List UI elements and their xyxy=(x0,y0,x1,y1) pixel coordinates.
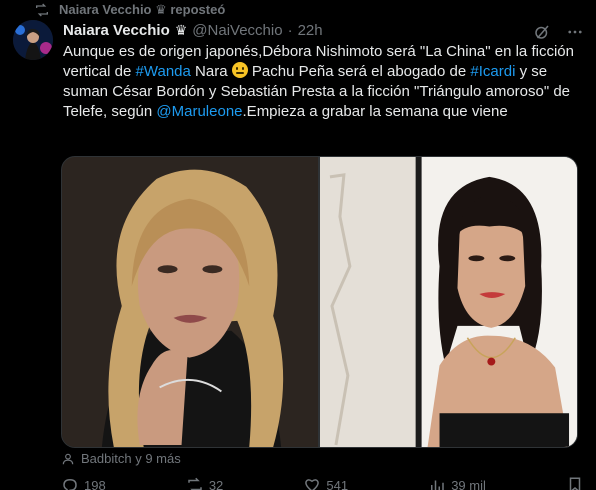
tweet-header: Naiara Vecchio ♛ @NaiVecchio · 22h xyxy=(63,22,323,39)
tweet-text: Aunque es de origen japonés,Débora Nishi… xyxy=(63,42,583,122)
grimacing-face-emoji-icon xyxy=(231,62,248,78)
left-photo[interactable] xyxy=(62,157,318,447)
separator-dot: · xyxy=(287,22,293,39)
tweet-timestamp[interactable]: 22h xyxy=(298,22,323,39)
repost-count: 32 xyxy=(208,477,224,490)
grok-icon[interactable] xyxy=(533,23,551,41)
like-button[interactable]: 541 xyxy=(303,476,348,490)
view-count: 39 mil xyxy=(451,477,486,490)
hashtag-icardi-link[interactable]: #Icardi xyxy=(470,63,515,80)
repost-icon xyxy=(188,477,202,490)
bookmark-button[interactable] xyxy=(566,476,584,490)
tweet-text-part: .Empieza a grabar la semana que viene xyxy=(242,103,508,120)
repost-header[interactable]: Naiara Vecchio ♛ reposteó xyxy=(34,1,225,19)
avatar[interactable] xyxy=(13,20,53,60)
action-bar: 198 32 541 39 mil xyxy=(61,476,584,490)
tagged-label: Badbitch y 9 más xyxy=(81,451,181,466)
woman-with-blonde-wavy-hair-photo-icon xyxy=(62,157,318,447)
views-chart-icon xyxy=(431,480,444,490)
tweet-text-part: Nara xyxy=(190,63,232,80)
hashtag-wanda-link[interactable]: #Wanda xyxy=(136,63,191,80)
author-display-name[interactable]: Naiara Vecchio xyxy=(63,22,170,39)
person-icon xyxy=(62,453,74,464)
like-count: 541 xyxy=(326,477,349,490)
reply-icon xyxy=(63,478,77,490)
reply-count: 198 xyxy=(84,477,106,490)
heart-icon xyxy=(305,479,320,490)
repost-button[interactable]: 32 xyxy=(186,476,223,490)
right-photo[interactable] xyxy=(320,157,577,447)
woman-with-dark-bangs-photo-icon xyxy=(320,157,577,447)
more-options-icon[interactable] xyxy=(566,23,584,41)
reply-button[interactable]: 198 xyxy=(61,476,106,490)
repost-label: Naiara Vecchio ♛ reposteó xyxy=(59,2,226,17)
tagged-people[interactable]: Badbitch y 9 más xyxy=(61,451,181,466)
repost-icon xyxy=(36,3,48,17)
author-handle[interactable]: @NaiVecchio xyxy=(192,22,282,39)
media-grid xyxy=(61,156,578,448)
bookmark-icon xyxy=(569,477,581,490)
mention-maruleone-link[interactable]: @Maruleone xyxy=(156,103,242,120)
views-button[interactable]: 39 mil xyxy=(428,476,486,490)
tweet-text-part: Pachu Peña será el abogado de xyxy=(247,63,471,80)
crown-icon: ♛ xyxy=(174,22,188,38)
